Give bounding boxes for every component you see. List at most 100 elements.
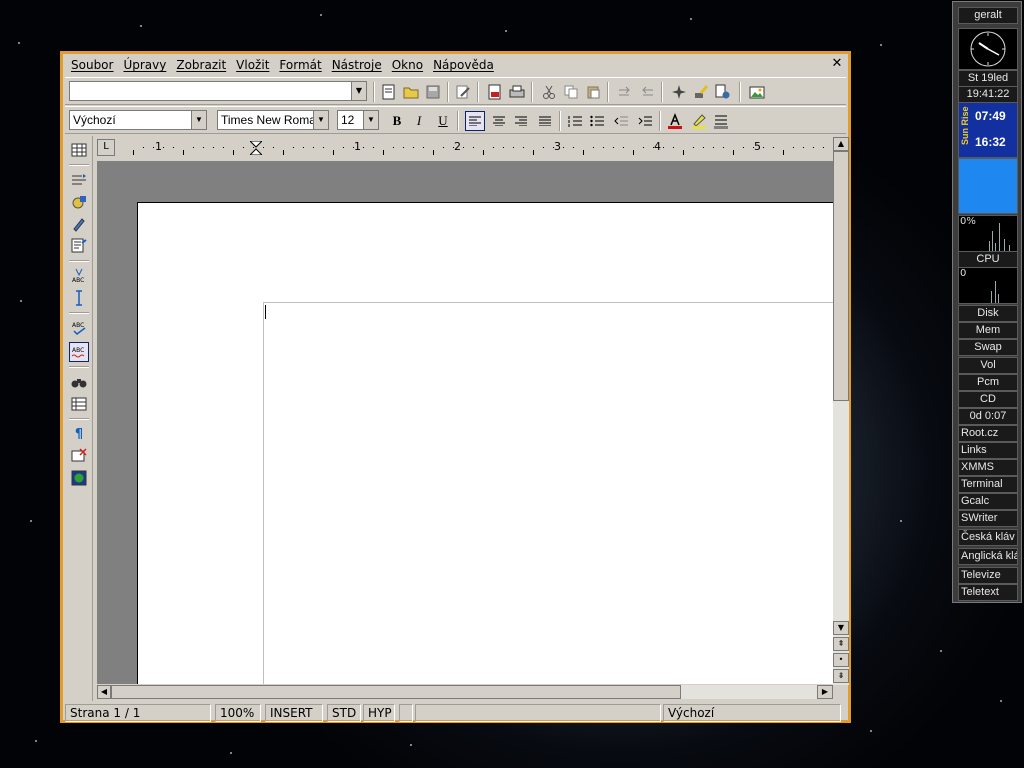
justify-icon[interactable]	[535, 111, 555, 131]
data-sources-icon[interactable]	[69, 394, 89, 414]
pilcrow-icon[interactable]: ¶	[69, 424, 89, 444]
volume-label[interactable]: Vol	[958, 357, 1018, 374]
print-icon[interactable]	[507, 82, 527, 102]
menu-insert[interactable]: Vložit	[232, 58, 275, 72]
find-binoculars-icon[interactable]	[69, 372, 89, 392]
scroll-left-icon[interactable]: ◀	[97, 685, 111, 699]
launcher-gcalc[interactable]: Gcalc	[958, 493, 1018, 510]
chevron-down-icon[interactable]: ▼	[351, 82, 366, 100]
cd-label[interactable]: CD	[958, 391, 1018, 408]
insert-object-icon[interactable]	[69, 192, 89, 212]
new-document-icon[interactable]	[379, 82, 399, 102]
pcm-label[interactable]: Pcm	[958, 374, 1018, 391]
paragraph-background-icon[interactable]	[711, 111, 731, 131]
zoom-indicator[interactable]: 100%	[215, 704, 261, 722]
insert-fields-icon[interactable]	[69, 170, 89, 190]
text-edit-icon[interactable]: ABC	[69, 266, 89, 286]
vertical-scroll-thumb[interactable]	[833, 151, 849, 401]
increase-indent-icon[interactable]	[635, 111, 655, 131]
ruler-mark	[153, 147, 154, 148]
align-center-icon[interactable]	[489, 111, 509, 131]
chevron-down-icon[interactable]: ▼	[363, 111, 378, 129]
ruler-mark	[573, 147, 574, 148]
underline-icon[interactable]: U	[433, 111, 453, 131]
stylist-icon[interactable]	[691, 82, 711, 102]
menu-edit[interactable]: Úpravy	[119, 58, 172, 72]
chevron-down-icon[interactable]: ▼	[191, 111, 206, 129]
scroll-up-icon[interactable]: ▲	[833, 137, 849, 151]
launcher-czech-keyboard[interactable]: Česká kláv	[958, 529, 1018, 546]
previous-page-icon[interactable]: ⇞	[833, 637, 849, 651]
hyphenation-indicator[interactable]: HYP	[363, 704, 395, 722]
online-layout-icon[interactable]	[69, 446, 89, 466]
web-view-icon[interactable]	[69, 468, 89, 488]
edit-file-icon[interactable]	[453, 82, 473, 102]
gallery-icon[interactable]	[713, 82, 733, 102]
launcher-teletext[interactable]: Teletext	[958, 584, 1018, 601]
launcher-swriter[interactable]: SWriter	[958, 510, 1018, 527]
redo-icon[interactable]	[637, 82, 657, 102]
cut-icon[interactable]	[539, 82, 559, 102]
menu-tools[interactable]: Nástroje	[328, 58, 388, 72]
draw-functions-icon[interactable]	[69, 214, 89, 234]
bold-icon[interactable]: B	[387, 111, 407, 131]
navigation-icon[interactable]: •	[833, 653, 849, 667]
scroll-right-icon[interactable]: ▶	[817, 685, 833, 699]
launcher-root-cz[interactable]: Root.cz	[958, 425, 1018, 442]
horizontal-ruler[interactable]: 1 1 2 3 4 5	[133, 140, 833, 156]
font-color-icon[interactable]	[665, 111, 685, 131]
highlight-icon[interactable]	[689, 111, 709, 131]
launcher-televize[interactable]: Televize	[958, 567, 1018, 584]
paragraph-style-combo[interactable]: Výchozí ▼	[69, 110, 207, 130]
menu-view[interactable]: Zobrazit	[172, 58, 232, 72]
vertical-scrollbar[interactable]: ▲ ▼ ⇞ • ⇟	[833, 137, 849, 685]
toolbar-separator	[531, 82, 533, 102]
document-area[interactable]	[97, 161, 833, 684]
align-right-icon[interactable]	[511, 111, 531, 131]
paste-icon[interactable]	[583, 82, 603, 102]
export-pdf-icon[interactable]	[485, 82, 505, 102]
form-functions-icon[interactable]	[69, 236, 89, 256]
autospellcheck-icon[interactable]: ABC	[69, 342, 89, 362]
scroll-down-icon[interactable]: ▼	[833, 621, 849, 635]
navigator-icon[interactable]	[669, 82, 689, 102]
open-folder-icon[interactable]	[401, 82, 421, 102]
copy-icon[interactable]	[561, 82, 581, 102]
launcher-english-keyboard[interactable]: Anglická kláv	[958, 548, 1018, 565]
ruler-mark	[443, 147, 444, 148]
launcher-terminal[interactable]: Terminal	[958, 476, 1018, 493]
tab-type-selector[interactable]: L	[97, 139, 115, 156]
font-name-combo[interactable]: Times New Roma ▼	[217, 110, 329, 130]
insert-mode-indicator[interactable]: INSERT	[265, 704, 323, 722]
italic-icon[interactable]: I	[409, 111, 429, 131]
horizontal-scroll-thumb[interactable]	[111, 685, 681, 699]
align-left-icon[interactable]	[465, 111, 485, 131]
menu-window[interactable]: Okno	[388, 58, 429, 72]
bullet-list-icon[interactable]	[587, 111, 607, 131]
page-style-indicator[interactable]: Výchozí	[663, 704, 841, 722]
save-icon[interactable]	[423, 82, 443, 102]
spellcheck-icon[interactable]: ABC	[69, 318, 89, 338]
menu-format[interactable]: Formát	[275, 58, 327, 72]
chevron-down-icon[interactable]: ▼	[313, 111, 328, 129]
launcher-links[interactable]: Links	[958, 442, 1018, 459]
launcher-xmms[interactable]: XMMS	[958, 459, 1018, 476]
undo-icon[interactable]	[615, 82, 635, 102]
menu-file[interactable]: Soubor	[67, 58, 119, 72]
ruler-mark	[663, 147, 664, 148]
font-size-combo[interactable]: 12 ▼	[337, 110, 379, 130]
insert-table-icon[interactable]	[69, 140, 89, 160]
horizontal-scrollbar[interactable]: ◀ ▶	[97, 685, 833, 699]
next-page-icon[interactable]: ⇟	[833, 669, 849, 683]
decrease-indent-icon[interactable]	[611, 111, 631, 131]
menu-help[interactable]: Nápověda	[429, 58, 500, 72]
selection-mode-indicator[interactable]: STD	[327, 704, 361, 722]
text-cursor-icon[interactable]	[69, 288, 89, 308]
close-icon[interactable]: ✕	[830, 56, 844, 71]
swap-label: Swap	[958, 339, 1018, 356]
image-icon[interactable]	[747, 82, 767, 102]
indent-marker-icon[interactable]	[250, 141, 262, 155]
url-combo[interactable]: ▼	[69, 81, 367, 101]
document-page[interactable]	[137, 202, 833, 684]
numbered-list-icon[interactable]	[565, 111, 585, 131]
